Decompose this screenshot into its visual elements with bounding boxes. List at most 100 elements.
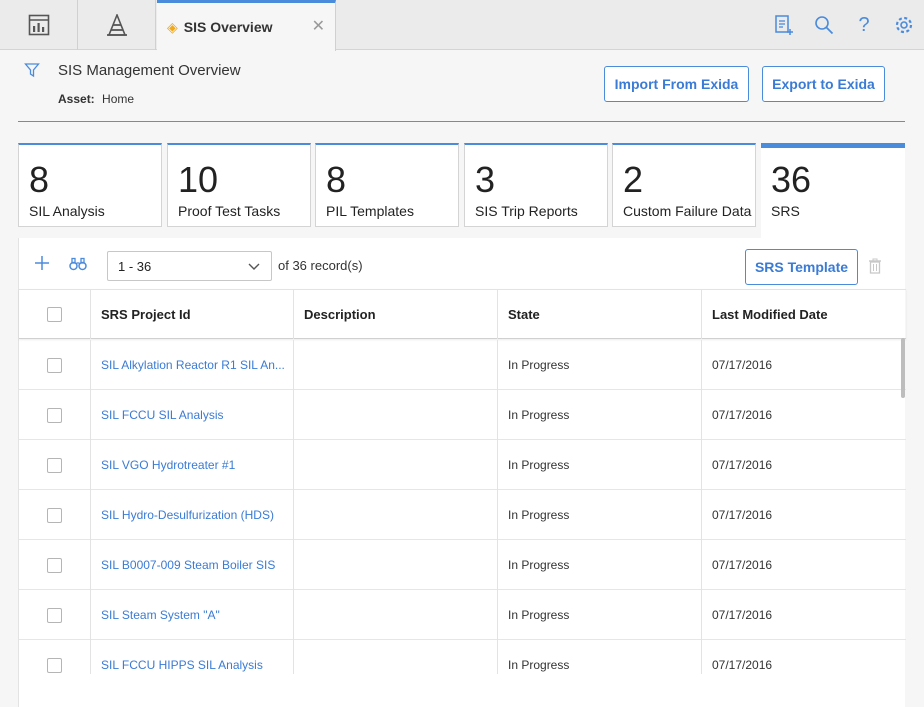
column-header-state[interactable]: State [497,290,701,339]
table-row[interactable]: SIL Hydro-Desulfurization (HDS) In Progr… [19,490,906,540]
settings-icon [895,16,913,34]
table-row[interactable]: SIL Steam System "A" In Progress 07/17/2… [19,590,906,640]
srs-project-link[interactable]: SIL VGO Hydrotreater #1 [90,440,293,490]
header-divider [18,121,905,122]
srs-template-button[interactable]: SRS Template [745,249,858,285]
tab-sis-overview[interactable]: ◈ SIS Overview ✕ [157,0,336,51]
state-cell: In Progress [497,590,701,640]
date-cell: 07/17/2016 [701,540,906,590]
filter-button[interactable] [24,62,40,83]
card-count: 8 [326,159,347,200]
column-header-description[interactable]: Description [293,290,497,339]
row-select-cell [19,340,90,390]
card-label: SIL Analysis [29,203,105,219]
srs-project-link[interactable]: SIL B0007-009 Steam Boiler SIS [90,540,293,590]
date-cell: 07/17/2016 [701,590,906,640]
state-cell: In Progress [497,390,701,440]
help-button[interactable]: ? [844,0,884,50]
export-to-exida-button[interactable]: Export to Exida [762,66,885,102]
card-label: SIS Trip Reports [475,203,578,219]
search-icon [815,16,834,35]
card-sil-analysis[interactable]: 8 SIL Analysis [18,143,162,227]
card-proof-test-tasks[interactable]: 10 Proof Test Tasks [167,143,311,227]
close-icon[interactable]: ✕ [312,16,325,36]
date-cell: 07/17/2016 [701,490,906,540]
description-cell [293,490,497,540]
find-button[interactable] [69,257,87,276]
new-document-button[interactable] [764,0,804,50]
import-from-exida-button[interactable]: Import From Exida [604,66,749,102]
srs-grid-panel: 1 - 36 of 36 record(s) SRS Template SRS … [18,238,906,707]
card-label: Proof Test Tasks [178,203,281,219]
row-checkbox[interactable] [47,657,62,673]
asset-value[interactable]: Home [102,92,134,106]
diamond-icon: ◈ [167,18,178,35]
state-cell: In Progress [497,340,701,390]
row-checkbox[interactable] [47,457,62,473]
asset-hierarchy-tab[interactable] [78,0,156,50]
card-pil-templates[interactable]: 8 PIL Templates [315,143,459,227]
row-select-cell [19,640,90,674]
date-cell: 07/17/2016 [701,440,906,490]
help-icon: ? [858,13,870,36]
delete-button[interactable] [868,258,882,279]
filter-icon [24,63,40,78]
settings-button[interactable] [884,0,924,50]
row-checkbox[interactable] [47,607,62,623]
state-cell: In Progress [497,540,701,590]
select-all-cell [19,290,90,339]
asset-breadcrumb: Asset: Home [58,92,134,106]
page-title: SIS Management Overview [58,62,241,79]
row-checkbox[interactable] [47,407,62,423]
grid-body: SIL Alkylation Reactor R1 SIL An... In P… [19,340,906,674]
row-checkbox[interactable] [47,507,62,523]
card-sis-trip-reports[interactable]: 3 SIS Trip Reports [464,143,608,227]
row-checkbox[interactable] [47,357,62,373]
binoculars-icon [69,257,87,271]
description-cell [293,390,497,440]
table-row[interactable]: SIL Alkylation Reactor R1 SIL An... In P… [19,340,906,390]
card-srs[interactable]: 36 SRS [761,143,905,238]
dashboard-tab[interactable] [0,0,78,50]
add-icon [35,256,49,270]
srs-project-link[interactable]: SIL FCCU HIPPS SIL Analysis [90,640,293,674]
table-row[interactable]: SIL B0007-009 Steam Boiler SIS In Progre… [19,540,906,590]
chevron-down-icon [248,263,260,270]
description-cell [293,590,497,640]
card-count: 8 [29,159,50,200]
table-row[interactable]: SIL FCCU SIL Analysis In Progress 07/17/… [19,390,906,440]
tab-title: SIS Overview [183,19,273,35]
top-tab-bar: ◈ SIS Overview ✕ ? [0,0,924,51]
card-count: 2 [623,159,644,200]
row-select-cell [19,390,90,440]
state-cell: In Progress [497,640,701,674]
card-custom-failure-data[interactable]: 2 Custom Failure Data [612,143,756,227]
asset-label: Asset: [58,92,95,106]
row-select-cell [19,440,90,490]
srs-project-link[interactable]: SIL FCCU SIL Analysis [90,390,293,440]
row-select-cell [19,490,90,540]
row-checkbox[interactable] [47,557,62,573]
card-label: PIL Templates [326,203,414,219]
search-button[interactable] [804,0,844,50]
srs-project-link[interactable]: SIL Hydro-Desulfurization (HDS) [90,490,293,540]
card-count: 3 [475,159,496,200]
card-label: SRS [771,203,800,219]
table-row[interactable]: SIL VGO Hydrotreater #1 In Progress 07/1… [19,440,906,490]
table-row[interactable]: SIL FCCU HIPPS SIL Analysis In Progress … [19,640,906,674]
card-count: 36 [771,159,812,200]
srs-project-link[interactable]: SIL Steam System "A" [90,590,293,640]
column-header-last-modified-date[interactable]: Last Modified Date [701,290,906,339]
state-cell: In Progress [497,440,701,490]
add-button[interactable] [34,255,50,276]
global-actions: ? [764,0,924,50]
dashboard-icon [28,14,49,36]
card-count: 10 [178,159,219,200]
select-all-checkbox[interactable] [47,307,62,322]
record-range-value: 1 - 36 [118,258,152,274]
srs-project-link[interactable]: SIL Alkylation Reactor R1 SIL An... [90,340,293,390]
date-cell: 07/17/2016 [701,390,906,440]
column-header-srs-project-id[interactable]: SRS Project Id [90,290,293,339]
grid-scrollbar[interactable] [901,338,905,398]
record-range-select[interactable]: 1 - 36 [107,251,272,281]
